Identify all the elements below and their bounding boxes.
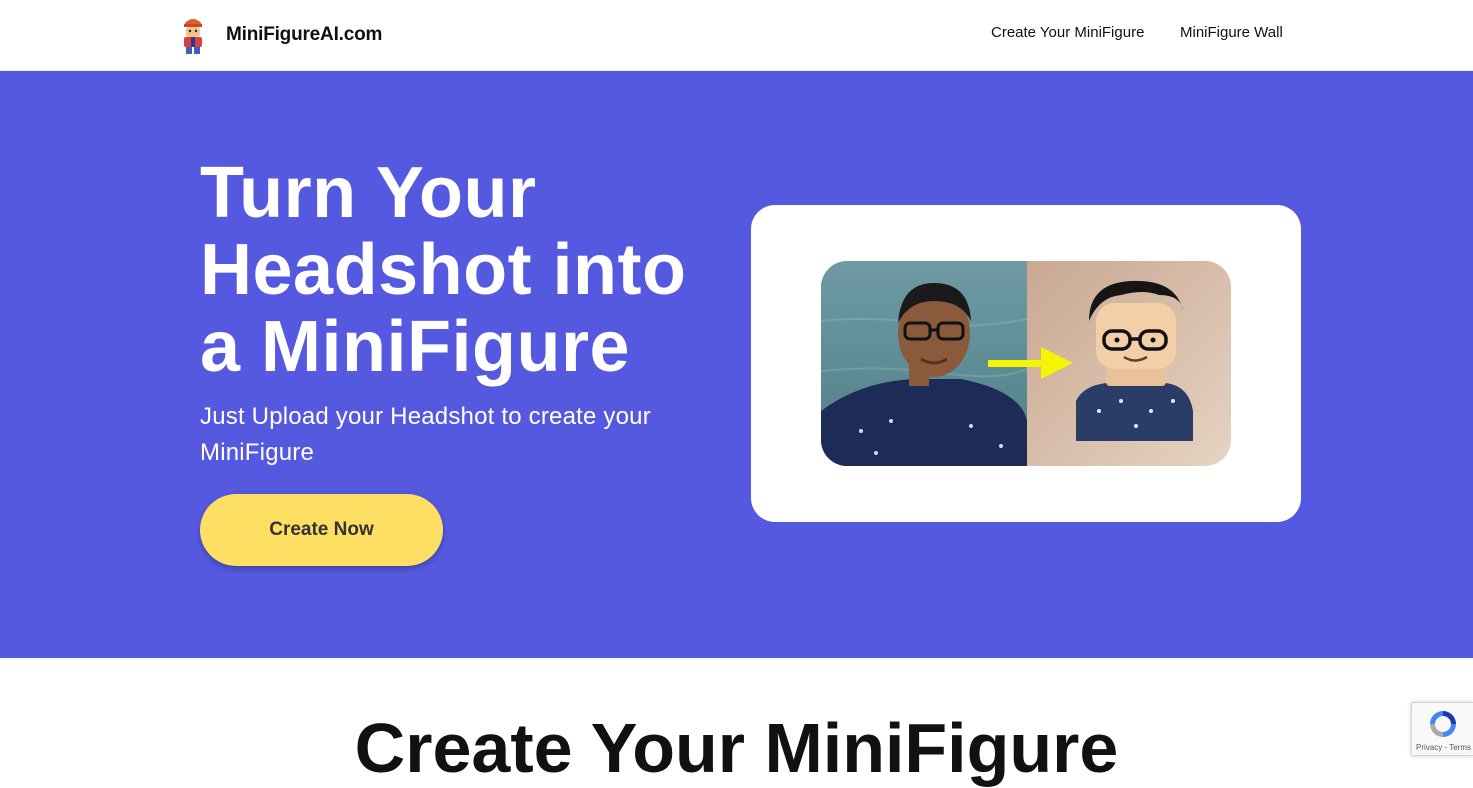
- create-now-button[interactable]: Create Now: [200, 494, 443, 566]
- hero-title: Turn Your Headshot into a MiniFigure: [200, 153, 687, 387]
- logo-text: MiniFigureAI.com: [226, 24, 383, 45]
- section-title: Create Your MiniFigure: [354, 709, 1119, 787]
- before-after-image: [821, 261, 1231, 466]
- recaptcha-links: Privacy - Terms: [1416, 743, 1471, 752]
- recaptcha-terms-link[interactable]: Terms: [1449, 743, 1471, 752]
- nav-link-minifigure-wall[interactable]: MiniFigure Wall: [1180, 24, 1283, 41]
- site-header: MiniFigureAI.com Create Your MiniFigure …: [0, 0, 1473, 71]
- nav-link-create-minifigure[interactable]: Create Your MiniFigure: [991, 24, 1144, 41]
- preview-card: [751, 205, 1301, 522]
- recaptcha-icon: [1427, 708, 1459, 740]
- recaptcha-badge[interactable]: Privacy - Terms: [1411, 702, 1473, 756]
- nav-create: Create Your MiniFigure: [991, 24, 1144, 41]
- minifigure-logo-icon: [178, 15, 208, 55]
- home-logo-link[interactable]: MiniFigureAI.com: [178, 14, 382, 56]
- nav-wall: MiniFigure Wall: [1180, 24, 1283, 41]
- hero-section: Turn Your Headshot into a MiniFigure Jus…: [0, 71, 1473, 658]
- hero-subtitle: Just Upload your Headshot to create your…: [200, 403, 651, 466]
- recaptcha-privacy-link[interactable]: Privacy: [1416, 743, 1442, 752]
